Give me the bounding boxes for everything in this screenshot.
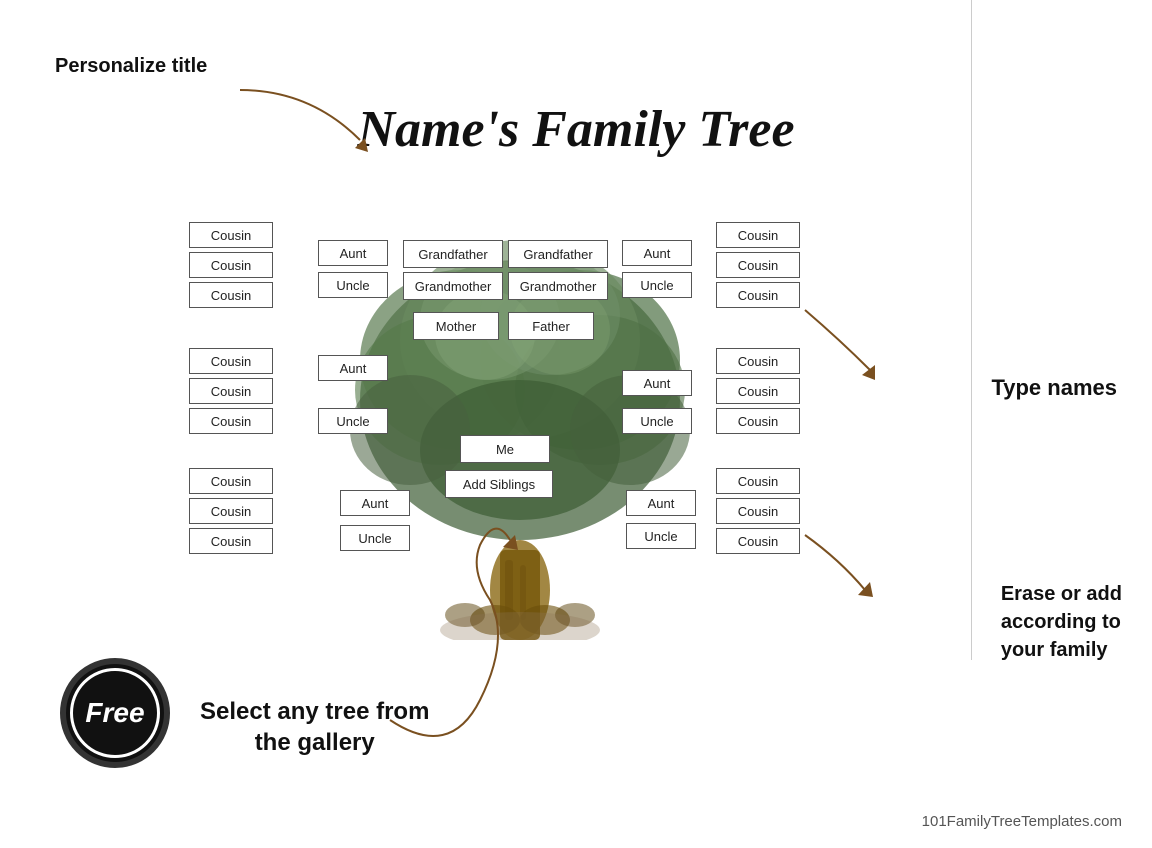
me-box[interactable]: Me	[460, 435, 550, 463]
aunt-l3-box[interactable]: Aunt	[340, 490, 410, 516]
uncle-l1-box[interactable]: Uncle	[318, 272, 388, 298]
c-rm2-box[interactable]: Cousin	[716, 378, 800, 404]
grandmother2-box[interactable]: Grandmother	[508, 272, 608, 300]
c-lm2-box[interactable]: Cousin	[189, 378, 273, 404]
c-lb1-box[interactable]: Cousin	[189, 468, 273, 494]
c-rb3-box[interactable]: Cousin	[716, 528, 800, 554]
website-url: 101FamilyTreeTemplates.com	[922, 813, 1122, 830]
c-rm3-box[interactable]: Cousin	[716, 408, 800, 434]
c-lb2-box[interactable]: Cousin	[189, 498, 273, 524]
aunt-r3-box[interactable]: Aunt	[626, 490, 696, 516]
family-tree-title[interactable]: Name's Family Tree	[357, 100, 794, 159]
page: Name's Family Tree Personalize title Typ…	[0, 0, 1152, 848]
uncle-r2-box[interactable]: Uncle	[622, 408, 692, 434]
grandmother1-box[interactable]: Grandmother	[403, 272, 503, 300]
annotation-erase: Erase or addaccording toyour family	[1001, 580, 1122, 664]
aunt-l1-box[interactable]: Aunt	[318, 240, 388, 266]
c-rt1-box[interactable]: Cousin	[716, 222, 800, 248]
tree-illustration	[310, 160, 730, 640]
aunt-l2-box[interactable]: Aunt	[318, 355, 388, 381]
divider-line	[971, 0, 972, 660]
annotation-select: Select any tree fromthe gallery	[200, 696, 429, 758]
c-rb2-box[interactable]: Cousin	[716, 498, 800, 524]
mother-box[interactable]: Mother	[413, 312, 499, 340]
c-lm1-box[interactable]: Cousin	[189, 348, 273, 374]
grandfather1-box[interactable]: Grandfather	[403, 240, 503, 268]
c-lb3-box[interactable]: Cousin	[189, 528, 273, 554]
grandfather2-box[interactable]: Grandfather	[508, 240, 608, 268]
aunt-r2-box[interactable]: Aunt	[622, 370, 692, 396]
c-rt3-box[interactable]: Cousin	[716, 282, 800, 308]
c-lt3-box[interactable]: Cousin	[189, 282, 273, 308]
uncle-r3-box[interactable]: Uncle	[626, 523, 696, 549]
add-siblings-box[interactable]: Add Siblings	[445, 470, 553, 498]
free-badge-inner: Free	[70, 668, 160, 758]
c-rt2-box[interactable]: Cousin	[716, 252, 800, 278]
annotation-type-names: Type names	[991, 375, 1117, 401]
c-lt1-box[interactable]: Cousin	[189, 222, 273, 248]
uncle-l2-box[interactable]: Uncle	[318, 408, 388, 434]
annotation-personalize: Personalize title	[55, 55, 207, 78]
c-lt2-box[interactable]: Cousin	[189, 252, 273, 278]
c-lm3-box[interactable]: Cousin	[189, 408, 273, 434]
c-rb1-box[interactable]: Cousin	[716, 468, 800, 494]
free-badge: Free	[60, 658, 170, 768]
free-text: Free	[85, 697, 144, 729]
c-rm1-box[interactable]: Cousin	[716, 348, 800, 374]
aunt-r1-box[interactable]: Aunt	[622, 240, 692, 266]
uncle-l3-box[interactable]: Uncle	[340, 525, 410, 551]
uncle-r1-box[interactable]: Uncle	[622, 272, 692, 298]
father-box[interactable]: Father	[508, 312, 594, 340]
